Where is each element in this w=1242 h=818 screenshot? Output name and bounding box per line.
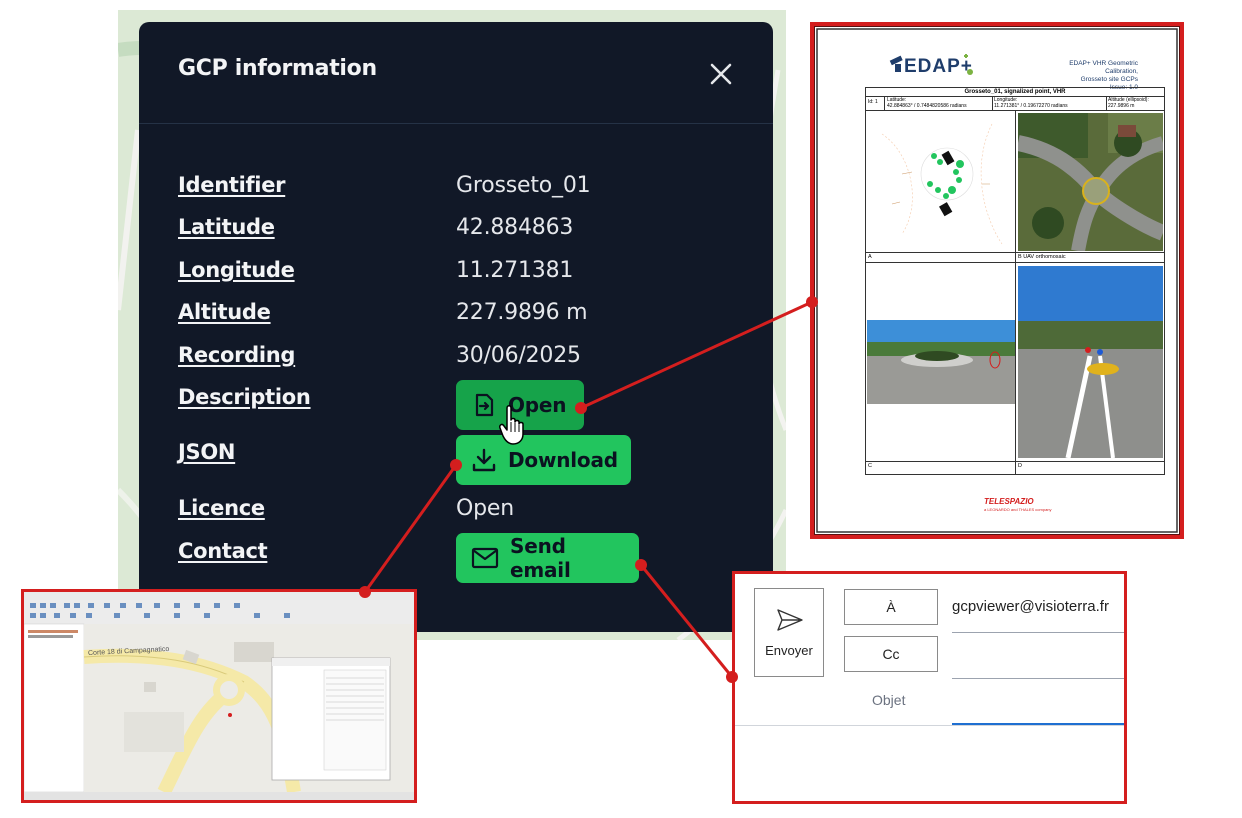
- subject-label: Objet: [872, 692, 906, 708]
- cc-button[interactable]: Cc: [844, 636, 938, 672]
- latitude-value: 42.884863: [456, 215, 574, 240]
- contact-label[interactable]: Contact: [178, 539, 268, 563]
- download-icon: [472, 448, 496, 472]
- cc-field-underline: [952, 678, 1124, 679]
- json-label[interactable]: JSON: [178, 440, 235, 464]
- send-icon: [777, 609, 803, 631]
- description-document-preview: EDAP+ EDAP+ VHR Geometric Calibration, G…: [810, 22, 1184, 539]
- identifier-label[interactable]: Identifier: [178, 173, 286, 197]
- doc-id: Id: 1: [868, 99, 878, 105]
- recording-label[interactable]: Recording: [178, 343, 295, 367]
- send-email-button[interactable]: Send email: [456, 533, 639, 583]
- telespazio-logo: TELESPAZIO: [984, 497, 1034, 506]
- doc-lat-value: 42.884863° / 0.7484820586 radians: [887, 103, 967, 109]
- to-field-underline: [952, 632, 1124, 633]
- licence-value: Open: [456, 496, 514, 521]
- doc-header-line-2: Grosseto site GCPs: [1080, 76, 1138, 83]
- download-button-label: Download: [508, 448, 618, 472]
- modal-divider: [139, 123, 773, 124]
- uav-orthomosaic-image: [1018, 113, 1163, 251]
- gcp-info-modal: GCP information Identifier Grosseto_01 L…: [139, 22, 773, 632]
- doc-cell-b-label: B UAV orthomosaic: [1018, 254, 1066, 260]
- licence-label[interactable]: Licence: [178, 496, 265, 520]
- altitude-label[interactable]: Altitude: [178, 300, 271, 324]
- doc-cell-a-label: A: [868, 254, 872, 260]
- longitude-value: 11.271381: [456, 258, 574, 283]
- to-button[interactable]: À: [844, 589, 938, 625]
- to-recipient-field[interactable]: gcpviewer@visioterra.fr: [952, 598, 1109, 615]
- recording-value: 30/06/2025: [456, 343, 581, 368]
- identifier-value: Grosseto_01: [456, 173, 591, 198]
- qgis-json-preview: Corte 18 di Campagnatico: [21, 589, 417, 803]
- send-email-button-label: Send email: [510, 534, 571, 582]
- doc-alt-value: 227.9896 m: [1108, 103, 1135, 109]
- doc-header-line-1: EDAP+ VHR Geometric Calibration,: [1069, 60, 1138, 75]
- telespazio-tagline: a LEONARDO and THALES company: [984, 507, 1052, 512]
- modal-title: GCP information: [178, 56, 377, 81]
- send-label: Envoyer: [765, 643, 813, 658]
- site-sketch-image: [881, 123, 1003, 245]
- field-photo-c-image: [867, 320, 1015, 404]
- field-photo-d-image: [1018, 266, 1163, 458]
- email-compose-preview: Envoyer À Cc gcpviewer@visioterra.fr Obj…: [732, 571, 1127, 804]
- description-label[interactable]: Description: [178, 385, 311, 409]
- body-divider: [735, 725, 1124, 726]
- mail-icon: [471, 547, 499, 569]
- open-file-icon: [475, 393, 494, 417]
- longitude-label[interactable]: Longitude: [178, 258, 295, 282]
- doc-cell-c-label: C: [868, 463, 872, 469]
- download-json-button[interactable]: Download: [456, 435, 631, 485]
- send-mail-button[interactable]: Envoyer: [754, 588, 824, 677]
- latitude-label[interactable]: Latitude: [178, 215, 275, 239]
- doc-table: Grosseto_01, signalized point, VHR Id: 1…: [865, 87, 1165, 475]
- hand-cursor-icon: [499, 405, 524, 445]
- doc-lon-value: 11.271381° / 0.19672270 radians: [994, 103, 1068, 109]
- altitude-value: 227.9896 m: [456, 300, 588, 325]
- close-icon[interactable]: [707, 60, 735, 88]
- doc-cell-d-label: D: [1018, 463, 1022, 469]
- edap-logo-text: EDAP+: [904, 56, 973, 77]
